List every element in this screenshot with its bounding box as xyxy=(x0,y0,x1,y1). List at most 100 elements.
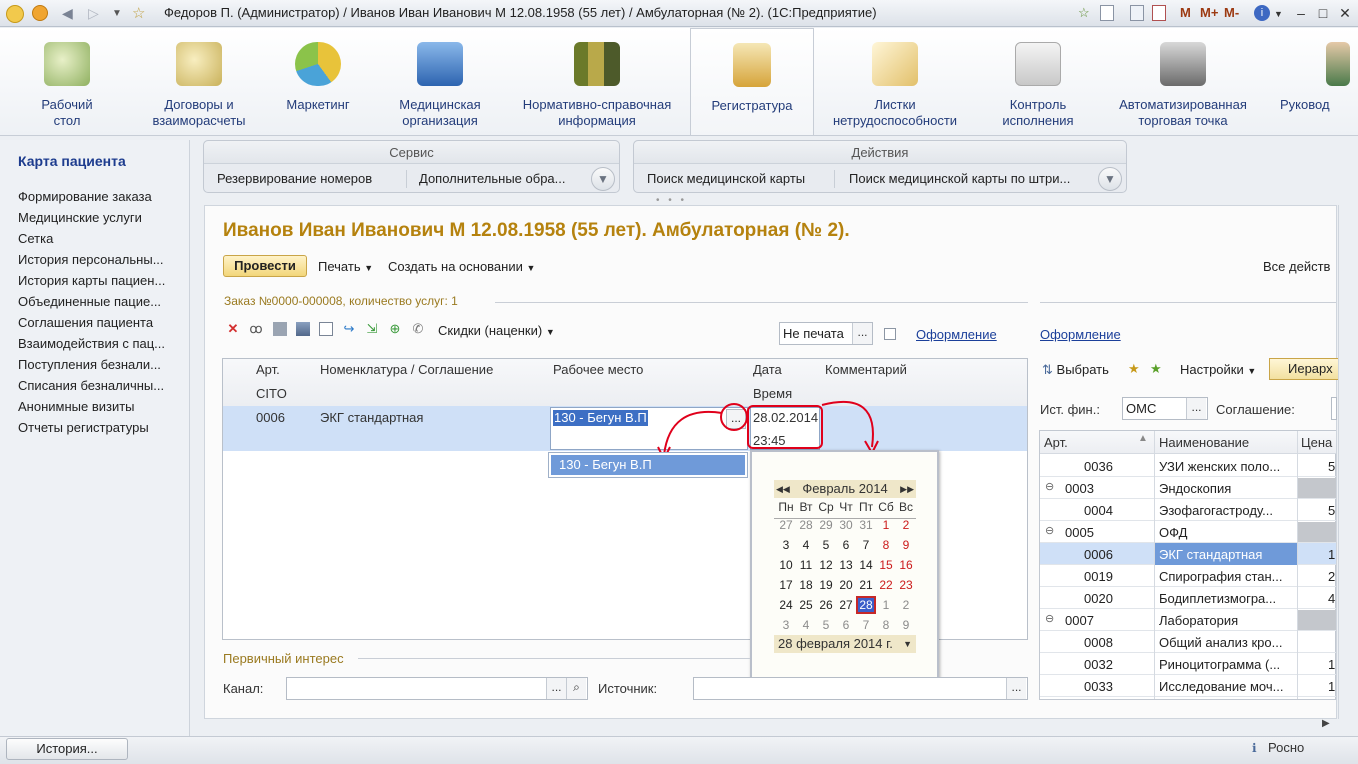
section-control[interactable]: Контроль исполнения xyxy=(990,28,1086,135)
nav-item-services[interactable]: Медицинские услуги xyxy=(18,210,186,226)
calendar-icon[interactable] xyxy=(1152,5,1166,21)
nav-item-agreements[interactable]: Соглашения пациента xyxy=(18,315,186,331)
source-select-button[interactable]: ... xyxy=(1006,678,1026,699)
nav-item-cashless-writeoff[interactable]: Списания безналичны... xyxy=(18,378,186,394)
catalog-header-name[interactable]: Наименование xyxy=(1159,435,1249,450)
calendar-day[interactable]: 10 xyxy=(776,556,796,574)
history-dropdown-icon[interactable]: ▼ xyxy=(112,8,122,25)
forward-arrow-icon[interactable]: ▷ xyxy=(88,5,99,22)
calendar-day[interactable]: 12 xyxy=(816,556,836,574)
calendar-day[interactable]: 19 xyxy=(816,576,836,594)
calendar-day[interactable]: 27 xyxy=(836,596,856,614)
header-nomenclature[interactable]: Номенклатура / Соглашение xyxy=(320,362,493,377)
nav-item-registry-reports[interactable]: Отчеты регистратуры xyxy=(18,420,186,436)
arrow-redo-icon[interactable]: ↪ xyxy=(342,322,356,336)
header-comment[interactable]: Комментарий xyxy=(825,362,907,377)
discounts-button[interactable]: Скидки (наценки) ▼ xyxy=(438,323,555,338)
calendar-day[interactable]: 20 xyxy=(836,576,856,594)
header-art[interactable]: Арт. xyxy=(256,362,280,377)
section-marketing[interactable]: Маркетинг xyxy=(272,28,364,135)
calendar-day[interactable]: 21 xyxy=(856,576,876,594)
history-button[interactable]: История... xyxy=(6,738,128,760)
add-copy-icon[interactable]: ⊕ xyxy=(388,322,402,336)
section-medical-org[interactable]: Медицинская организация xyxy=(384,28,496,135)
back-arrow-icon[interactable]: ◀ xyxy=(62,5,73,22)
collapse-icon[interactable]: ⊖ xyxy=(1045,480,1054,493)
post-button[interactable]: Провести xyxy=(223,255,307,277)
calendar-day[interactable]: 7 xyxy=(856,536,876,554)
create-based-on-button[interactable]: Создать на основании ▼ xyxy=(388,259,535,274)
formalize-link[interactable]: Оформление xyxy=(916,327,997,342)
find-medical-card-button[interactable]: Поиск медицинской карты xyxy=(647,171,827,186)
calendar-day[interactable]: 8 xyxy=(876,616,896,634)
table-icon[interactable] xyxy=(273,322,287,336)
calendar-day[interactable]: 9 xyxy=(896,616,916,634)
calendar-day[interactable]: 22 xyxy=(876,576,896,594)
main-menu-icon[interactable] xyxy=(32,5,48,21)
chevron-down-icon[interactable]: ▼ xyxy=(1098,167,1122,191)
favorite-star-icon[interactable]: ☆ xyxy=(132,4,145,22)
channel-select-button[interactable]: ... xyxy=(546,678,566,699)
search-icon[interactable]: ⌕ xyxy=(566,678,586,699)
fin-source-select-button[interactable]: ... xyxy=(1186,398,1206,419)
nav-item-card-history[interactable]: История карты пациен... xyxy=(18,273,186,289)
calendar-day[interactable]: 13 xyxy=(836,556,856,574)
calendar-day[interactable]: 24 xyxy=(776,596,796,614)
calendar-day[interactable]: 2 xyxy=(896,596,916,614)
settings-button[interactable]: Настройки ▼ xyxy=(1180,362,1256,377)
select-button[interactable]: ⇅ Выбрать xyxy=(1042,362,1109,378)
calendar-day[interactable]: 7 xyxy=(856,616,876,634)
calendar-day[interactable]: 6 xyxy=(836,616,856,634)
calendar-day[interactable]: 15 xyxy=(876,556,896,574)
catalog-header-price[interactable]: Цена xyxy=(1301,435,1332,450)
calendar-day[interactable]: 1 xyxy=(876,596,896,614)
nav-item-cashless-income[interactable]: Поступления безнали... xyxy=(18,357,186,373)
section-desktop[interactable]: Рабочий стол xyxy=(14,28,120,135)
phone-icon[interactable]: ✆ xyxy=(411,322,425,336)
checkbox[interactable] xyxy=(884,328,896,340)
calendar-day[interactable]: 9 xyxy=(896,536,916,554)
channel-field[interactable] xyxy=(286,677,588,700)
scroll-right-icon[interactable]: ▶ xyxy=(1322,718,1330,729)
calendar-day[interactable]: 25 xyxy=(796,596,816,614)
nav-item-grid[interactable]: Сетка xyxy=(18,231,186,247)
delete-icon[interactable]: ✕ xyxy=(226,322,240,336)
column-icon[interactable] xyxy=(296,322,310,336)
people-icon[interactable]: ꝏ xyxy=(249,322,263,336)
calendar-day[interactable]: 16 xyxy=(896,556,916,574)
calculator-icon[interactable] xyxy=(1130,5,1144,21)
document-icon[interactable] xyxy=(319,322,333,336)
calendar-day[interactable]: 6 xyxy=(836,536,856,554)
calendar-day[interactable]: 4 xyxy=(796,616,816,634)
app-logo-icon[interactable] xyxy=(6,5,24,23)
star-icon[interactable]: ★ xyxy=(1128,361,1140,377)
calendar-day[interactable]: 14 xyxy=(856,556,876,574)
close-button[interactable]: ✕ xyxy=(1336,4,1354,22)
calendar-day[interactable]: 11 xyxy=(796,556,816,574)
nav-item-merged-patients[interactable]: Объединенные пацие... xyxy=(18,294,186,310)
next-month-icon[interactable]: ▶▶ xyxy=(900,480,914,498)
section-management[interactable]: Руковод xyxy=(1276,28,1358,135)
calendar-day[interactable]: 4 xyxy=(796,536,816,554)
dropdown-option[interactable]: 130 - Бегун В.П xyxy=(551,455,745,475)
section-reference-info[interactable]: Нормативно-справочная информация xyxy=(510,28,684,135)
maximize-button[interactable]: □ xyxy=(1314,4,1332,22)
find-card-by-barcode-button[interactable]: Поиск медицинской карты по штри... xyxy=(849,171,1089,186)
select-button[interactable]: ... xyxy=(852,323,872,344)
section-pos[interactable]: Автоматизированная торговая точка xyxy=(1106,28,1260,135)
calendar-day[interactable]: 17 xyxy=(776,576,796,594)
nav-item-interactions[interactable]: Взаимодействия с пац... xyxy=(18,336,186,352)
document-icon[interactable] xyxy=(1100,5,1114,21)
additional-processing-button[interactable]: Дополнительные обра... xyxy=(419,171,581,186)
nav-item-personal-history[interactable]: История персональны... xyxy=(18,252,186,268)
nav-item-order[interactable]: Формирование заказа xyxy=(18,189,186,205)
calendar-day[interactable]: 5 xyxy=(816,536,836,554)
header-workplace[interactable]: Рабочее место xyxy=(553,362,643,377)
section-sick-leave[interactable]: Листки нетрудоспособности xyxy=(822,28,968,135)
print-button[interactable]: Печать ▼ xyxy=(318,259,373,274)
all-actions-button[interactable]: Все действ xyxy=(1263,259,1330,274)
memory-mminus-button[interactable]: M- xyxy=(1224,5,1239,22)
calendar-footer[interactable]: 28 февраля 2014 г. ▼ xyxy=(774,635,916,653)
agreement-field[interactable] xyxy=(1331,397,1337,420)
calendar-day[interactable]: 5 xyxy=(816,616,836,634)
